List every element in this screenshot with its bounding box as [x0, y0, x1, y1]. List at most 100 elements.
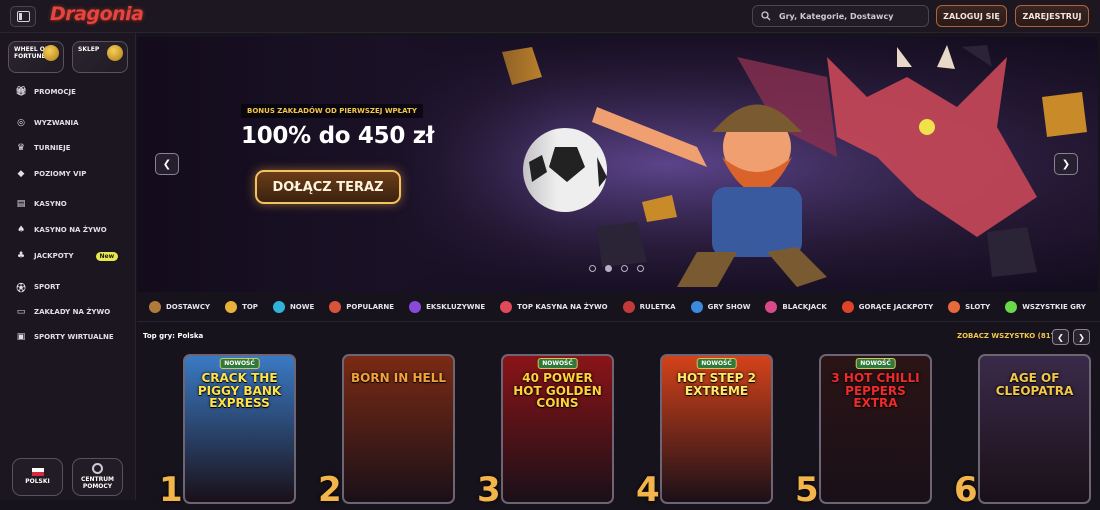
- sidebar-item-sporty-wirtualne[interactable]: ▣ SPORTY WIRTUALNE: [16, 330, 114, 344]
- category-blackjack[interactable]: BLACKJACK: [765, 301, 827, 313]
- sidebar-item-label: PROMOCJE: [34, 88, 76, 96]
- search-box[interactable]: [752, 5, 929, 27]
- slide-dot[interactable]: [589, 265, 596, 272]
- login-button[interactable]: ZALOGUJ SIĘ: [936, 5, 1007, 27]
- slots-icon: ▤: [16, 199, 26, 209]
- cards-icon: ♠: [16, 225, 26, 235]
- divider: [137, 321, 1100, 322]
- sidebar-item-label: JACKPOTY: [34, 252, 74, 260]
- game-rank: 4: [636, 470, 660, 510]
- sidebar-toggle-button[interactable]: [10, 6, 36, 27]
- category-icon: [225, 301, 238, 313]
- gift-icon: 🎁︎: [15, 87, 27, 97]
- sidebar-panel-icon: [16, 11, 30, 22]
- top-bar: Dragonia ZALOGUJ SIĘ ZAREJESTRUJ: [0, 0, 1100, 33]
- sidebar-item-kasyno[interactable]: ▤ KASYNO: [16, 197, 67, 211]
- category-label: RULETKA: [639, 303, 676, 311]
- new-game-badge: NOWOŚĆ: [537, 358, 578, 369]
- help-center-button[interactable]: CENTRUM POMOCY: [72, 458, 123, 496]
- category-top[interactable]: TOP: [225, 301, 258, 313]
- chevron-right-icon: ❯: [1078, 332, 1085, 342]
- sidebar-item-kasyno-na-zywo[interactable]: ♠ KASYNO NA ŻYWO: [16, 223, 107, 237]
- chevron-left-icon: ❮: [1057, 332, 1064, 342]
- top-games-title: Top gry: Polska: [143, 332, 204, 340]
- game-card[interactable]: AGE OF CLEOPATRA: [978, 354, 1091, 504]
- dragonia-logo[interactable]: Dragonia: [50, 3, 144, 25]
- category-nowe[interactable]: NOWE: [272, 301, 315, 313]
- category-ruletka[interactable]: RULETKA: [622, 301, 676, 313]
- category-sloty[interactable]: SLOTY: [948, 301, 990, 313]
- category-label: BLACKJACK: [782, 303, 827, 311]
- game-title: AGE OF CLEOPATRA: [995, 371, 1074, 398]
- game-rank: 1: [159, 470, 183, 510]
- wheel-icon: [43, 45, 59, 61]
- search-icon: [761, 11, 771, 21]
- hero-prev-button[interactable]: ❮: [155, 153, 179, 175]
- game-title: CRACK THE PIGGY BANK EXPRESS: [197, 371, 282, 411]
- category-label: NOWE: [289, 303, 315, 311]
- wheel-of-fortune-tile[interactable]: WHEEL OF FORTUNE: [8, 41, 64, 73]
- join-now-button[interactable]: DOŁĄCZ TERAZ: [255, 170, 401, 204]
- help-gear-icon: [92, 463, 103, 475]
- sidebar-item-label: KASYNO: [34, 200, 67, 208]
- game-title: 40 POWER HOT GOLDEN COINS: [513, 371, 602, 411]
- hero-left-fade: [137, 37, 557, 292]
- sidebar-item-promocje[interactable]: 🎁︎ PROMOCJE: [15, 85, 76, 99]
- ball-icon: ⚽︎: [16, 283, 26, 294]
- sidebar-item-vip[interactable]: ◆ POZIOMY VIP: [16, 167, 87, 181]
- language-button[interactable]: POLSKI: [12, 458, 63, 496]
- slide-dot[interactable]: [605, 265, 612, 272]
- sidebar-item-wyzwania[interactable]: ◎ WYZWANIA: [16, 116, 79, 130]
- search-input[interactable]: [779, 11, 919, 21]
- sidebar-item-jackpoty[interactable]: ♣ JACKPOTY New: [16, 249, 119, 263]
- clover-icon: ♣: [16, 251, 26, 261]
- category-ekskluzywne[interactable]: EKSKLUZYWNE: [409, 301, 485, 313]
- new-game-badge: NOWOŚĆ: [219, 358, 260, 369]
- game-rank: 6: [954, 470, 978, 510]
- game-rank: 5: [795, 470, 819, 510]
- sidebar-item-label: SPORT: [34, 283, 60, 291]
- category-top-kasyna-na-żywo[interactable]: TOP KASYNA NA ŻYWO: [500, 301, 608, 313]
- sidebar-item-label: TURNIEJE: [34, 144, 71, 152]
- game-card[interactable]: NOWOŚĆ 3 HOT CHILLI PEPPERS EXTRA: [819, 354, 932, 504]
- game-card[interactable]: NOWOŚĆ CRACK THE PIGGY BANK EXPRESS: [183, 354, 296, 504]
- medal-icon: ◎: [17, 118, 25, 128]
- live-icon: ▭: [16, 307, 26, 317]
- category-gorące-jackpoty[interactable]: GORĄCE JACKPOTY: [841, 301, 934, 313]
- slide-dot[interactable]: [621, 265, 628, 272]
- game-title: 3 HOT CHILLI PEPPERS EXTRA: [831, 371, 920, 411]
- sidebar-item-zaklady-na-zywo[interactable]: ▭ ZAKŁADY NA ŻYWO: [16, 305, 110, 319]
- sidebar: WHEEL OF FORTUNE SKLEP: [0, 33, 136, 500]
- see-all-link[interactable]: ZOBACZ WSZYSTKO (817): [957, 332, 1059, 340]
- game-rank: 3: [477, 470, 501, 510]
- category-label: SLOTY: [965, 303, 991, 311]
- games-prev-button[interactable]: ❮: [1052, 329, 1069, 345]
- category-icon: [272, 301, 285, 313]
- category-wszystkie-gry[interactable]: WSZYSTKIE GRY: [1005, 301, 1086, 313]
- category-icon: [500, 301, 513, 313]
- shop-tile[interactable]: SKLEP: [72, 41, 128, 73]
- game-title: HOT STEP 2 EXTREME: [677, 371, 756, 398]
- sidebar-item-sport[interactable]: ⚽︎ SPORT: [16, 280, 60, 294]
- sidebar-item-label: SPORTY WIRTUALNE: [34, 333, 114, 341]
- category-label: TOP: [242, 303, 258, 311]
- games-next-button[interactable]: ❯: [1073, 329, 1090, 345]
- category-label: GORĄCE JACKPOTY: [858, 303, 934, 311]
- category-icon: [1005, 301, 1018, 313]
- category-label: DOSTAWCY: [166, 303, 211, 311]
- sidebar-item-turnieje[interactable]: ♛ TURNIEJE: [16, 141, 71, 155]
- category-label: WSZYSTKIE GRY: [1022, 303, 1086, 311]
- category-gry-show[interactable]: GRY SHOW: [690, 301, 750, 313]
- category-popularne[interactable]: POPULARNE: [329, 301, 394, 313]
- slide-dot[interactable]: [637, 265, 644, 272]
- game-card[interactable]: NOWOŚĆ HOT STEP 2 EXTREME: [660, 354, 773, 504]
- register-button[interactable]: ZAREJESTRUJ: [1015, 5, 1089, 27]
- hero-next-button[interactable]: ❯: [1054, 153, 1078, 175]
- category-dostawcy[interactable]: DOSTAWCY: [149, 301, 210, 313]
- sidebar-item-label: KASYNO NA ŻYWO: [34, 226, 107, 234]
- game-card[interactable]: BORN IN HELL: [342, 354, 455, 504]
- category-label: POPULARNE: [346, 303, 395, 311]
- chevron-left-icon: ❮: [162, 158, 172, 170]
- hero-banner[interactable]: BONUS ZAKŁADÓW OD PIERWSZEJ WPŁATY 100% …: [137, 37, 1098, 292]
- game-card[interactable]: NOWOŚĆ 40 POWER HOT GOLDEN COINS: [501, 354, 614, 504]
